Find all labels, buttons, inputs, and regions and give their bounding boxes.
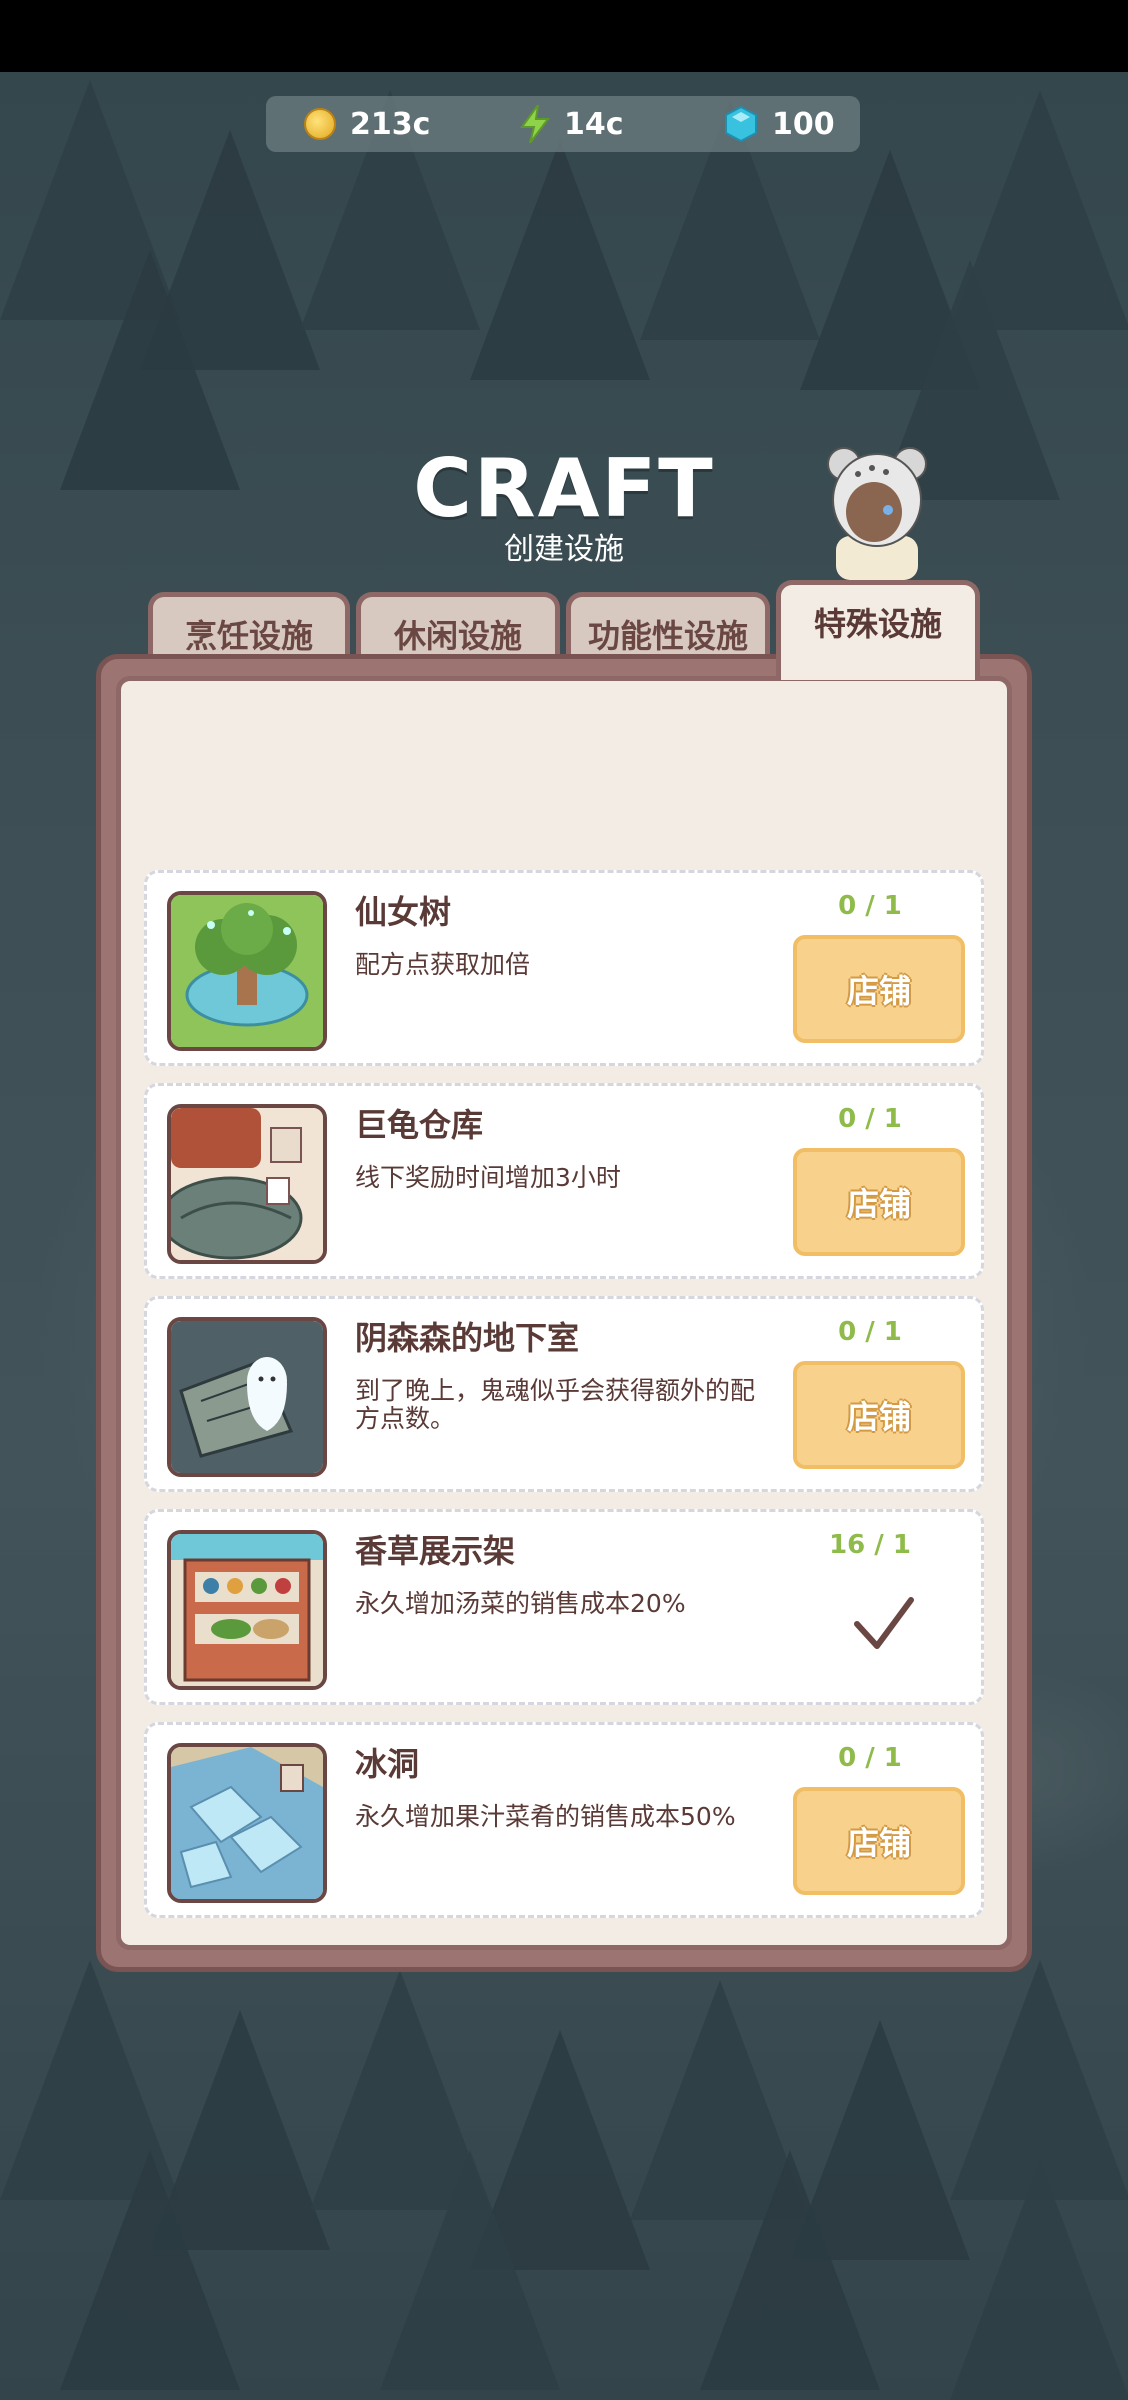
coin-value: 213c [350, 106, 431, 142]
herb-display-shelf-icon [167, 1530, 327, 1690]
gem-icon [724, 106, 758, 142]
page-title: CRAFT [413, 442, 715, 535]
shop-button[interactable]: 店铺 [793, 935, 965, 1043]
facility-description: 永久增加果汁菜肴的销售成本50% [355, 1802, 736, 1831]
facility-card-ghost-basement: 阴森森的地下室 到了晚上，鬼魂似乎会获得额外的配方点数。 0 / 1 店铺 [144, 1296, 984, 1492]
shop-button[interactable]: 店铺 [793, 1787, 965, 1895]
facility-description: 线下奖励时间增加3小时 [355, 1163, 621, 1192]
ghost-basement-icon [167, 1317, 327, 1477]
giant-turtle-storage-icon [167, 1104, 327, 1264]
facility-name: 冰洞 [355, 1745, 420, 1783]
energy-value: 14c [564, 106, 624, 142]
fairy-tree-icon [167, 891, 327, 1051]
facility-name: 巨龟仓库 [355, 1106, 484, 1144]
facility-count: 0 / 1 [838, 1743, 902, 1773]
shop-button[interactable]: 店铺 [793, 1148, 965, 1256]
facility-count: 0 / 1 [838, 1317, 902, 1347]
tab-special[interactable]: 特殊设施 [776, 580, 980, 680]
facility-name: 阴森森的地下室 [355, 1319, 580, 1357]
facility-card-herb-display-shelf: 香草展示架 永久增加汤菜的销售成本20% 16 / 1 [144, 1509, 984, 1705]
shop-button[interactable]: 店铺 [793, 1361, 965, 1469]
facility-description: 配方点获取加倍 [355, 950, 531, 979]
status-bar [0, 0, 1128, 72]
facility-card-ice-cave: 冰洞 永久增加果汁菜肴的销售成本50% 0 / 1 店铺 [144, 1722, 984, 1918]
facility-description: 到了晚上，鬼魂似乎会获得额外的配方点数。 [355, 1376, 756, 1433]
gem-value: 100 [772, 106, 835, 142]
page-subtitle: 创建设施 [504, 532, 624, 567]
ice-cave-icon [167, 1743, 327, 1903]
facility-description: 永久增加汤菜的销售成本20% [355, 1589, 686, 1618]
facility-name: 香草展示架 [355, 1532, 516, 1570]
facility-card-giant-turtle-storage: 巨龟仓库 线下奖励时间增加3小时 0 / 1 店铺 [144, 1083, 984, 1279]
facility-card-fairy-tree: 仙女树 配方点获取加倍 0 / 1 店铺 [144, 870, 984, 1066]
checkmark-icon [843, 1590, 923, 1660]
coin-counter: 213c [304, 107, 430, 142]
gem-counter: 100 [724, 106, 835, 142]
mascot-character [822, 440, 932, 580]
facility-count: 16 / 1 [829, 1530, 911, 1560]
facility-count: 0 / 1 [838, 1104, 902, 1134]
energy-counter: 14c [520, 105, 624, 143]
facility-name: 仙女树 [355, 893, 452, 931]
coin-icon [304, 108, 336, 140]
facility-count: 0 / 1 [838, 891, 902, 921]
resource-bar: 213c 14c 100 [266, 96, 860, 152]
lightning-icon [520, 105, 550, 143]
